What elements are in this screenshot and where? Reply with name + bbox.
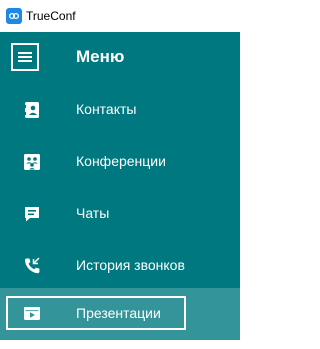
nav-item-label: Конференции [76,153,166,169]
hamburger-menu-button[interactable] [11,43,39,71]
call-history-icon [22,256,42,276]
nav-item-label: Презентации [76,305,161,321]
hamburger-icon [18,52,32,62]
nav-item-contacts[interactable]: Контакты [0,84,240,136]
nav-item-conferences[interactable]: Конференции [0,136,240,188]
window-bottom-edge [0,340,240,349]
presentation-icon [22,304,42,324]
nav-item-chats[interactable]: Чаты [0,188,240,240]
nav-item-label: История звонков [76,257,185,273]
nav-item-label: Контакты [76,101,137,117]
nav-item-call-history[interactable]: История звонков [0,240,240,292]
title-bar: TrueConf [0,0,240,32]
nav-item-presentations[interactable]: Презентации [0,288,240,340]
nav-item-label: Чаты [76,205,110,221]
menu-header: Меню [0,32,240,84]
contacts-icon [22,100,42,120]
trueconf-logo-icon [6,8,22,24]
menu-title: Меню [76,47,125,66]
chat-icon [22,204,42,224]
sidebar-menu: Меню Контакты Конференции Чаты История з… [0,32,240,340]
conferences-icon [22,152,42,172]
window-title: TrueConf [26,9,76,23]
